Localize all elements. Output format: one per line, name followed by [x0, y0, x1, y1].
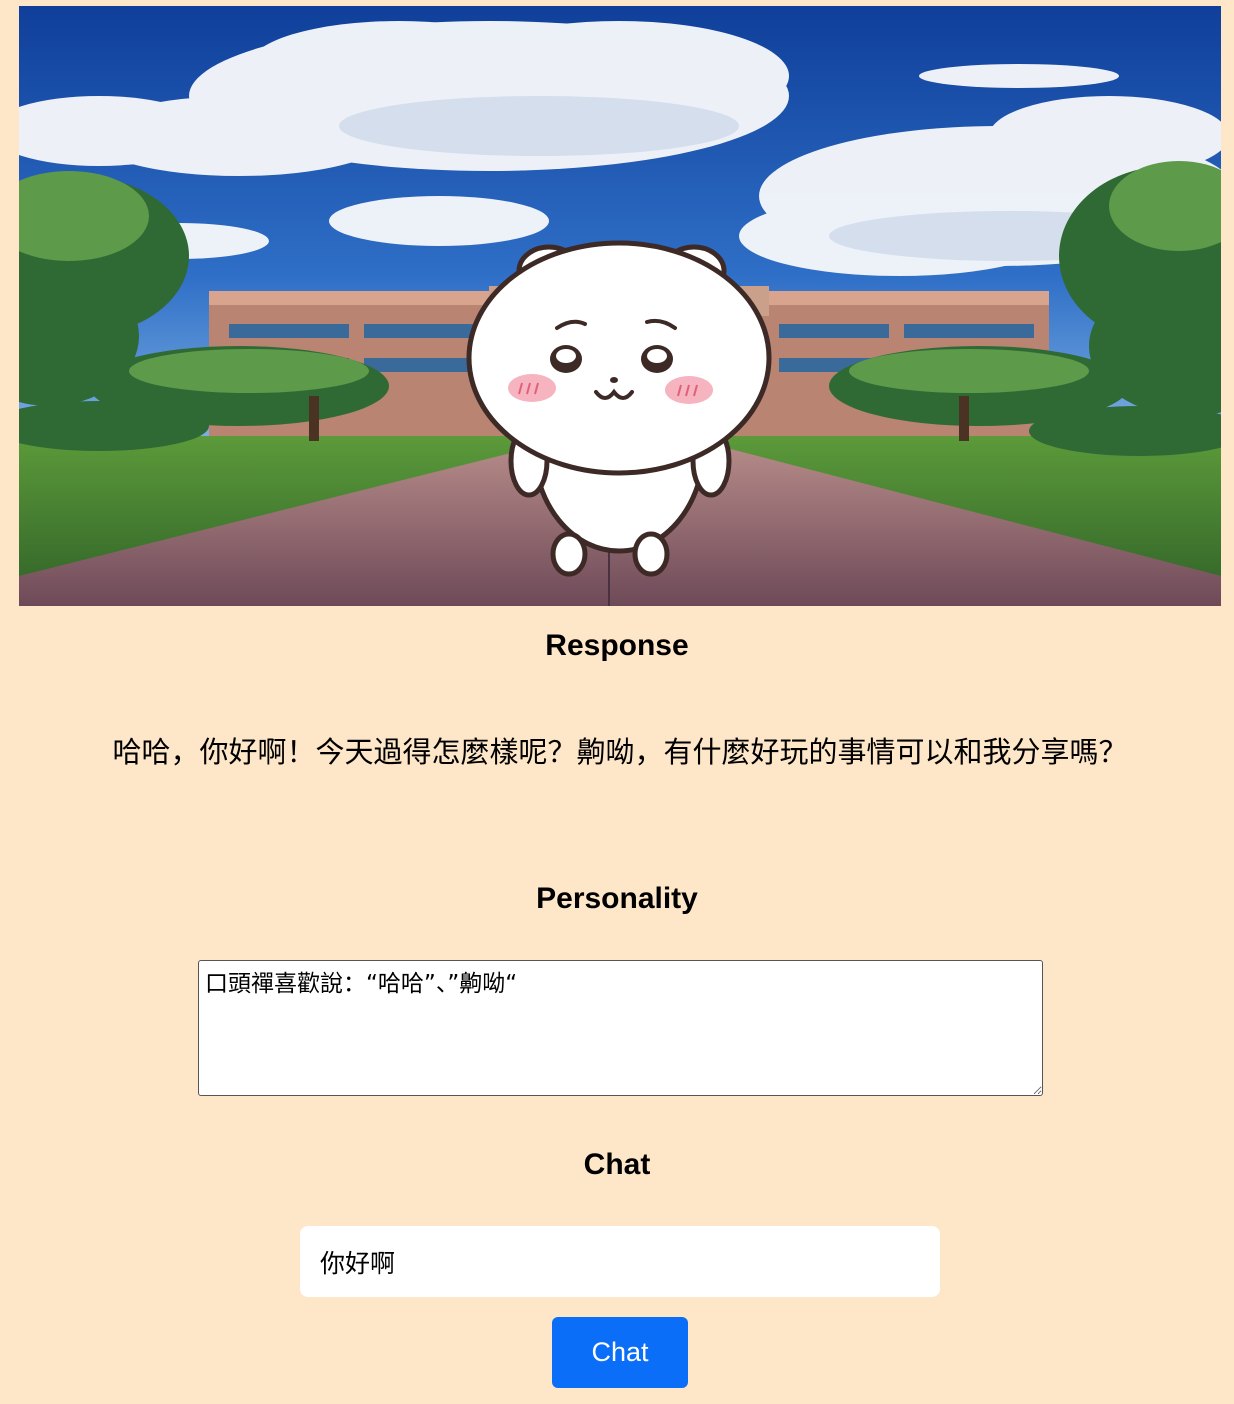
hero-image: [19, 6, 1221, 606]
personality-textarea[interactable]: 口頭禪喜歡說：“哈哈”、”齁呦“: [198, 960, 1043, 1096]
personality-heading: Personality: [536, 882, 698, 915]
chat-heading: Chat: [583, 1148, 651, 1181]
chat-input[interactable]: [300, 1226, 940, 1297]
response-heading: Response: [545, 629, 689, 662]
response-text: 哈哈，你好啊！今天過得怎麼樣呢？齁呦，有什麼好玩的事情可以和我分享嗎？: [112, 735, 1128, 769]
chat-button[interactable]: Chat: [552, 1317, 688, 1388]
school-scene-illustration: [19, 6, 1221, 606]
